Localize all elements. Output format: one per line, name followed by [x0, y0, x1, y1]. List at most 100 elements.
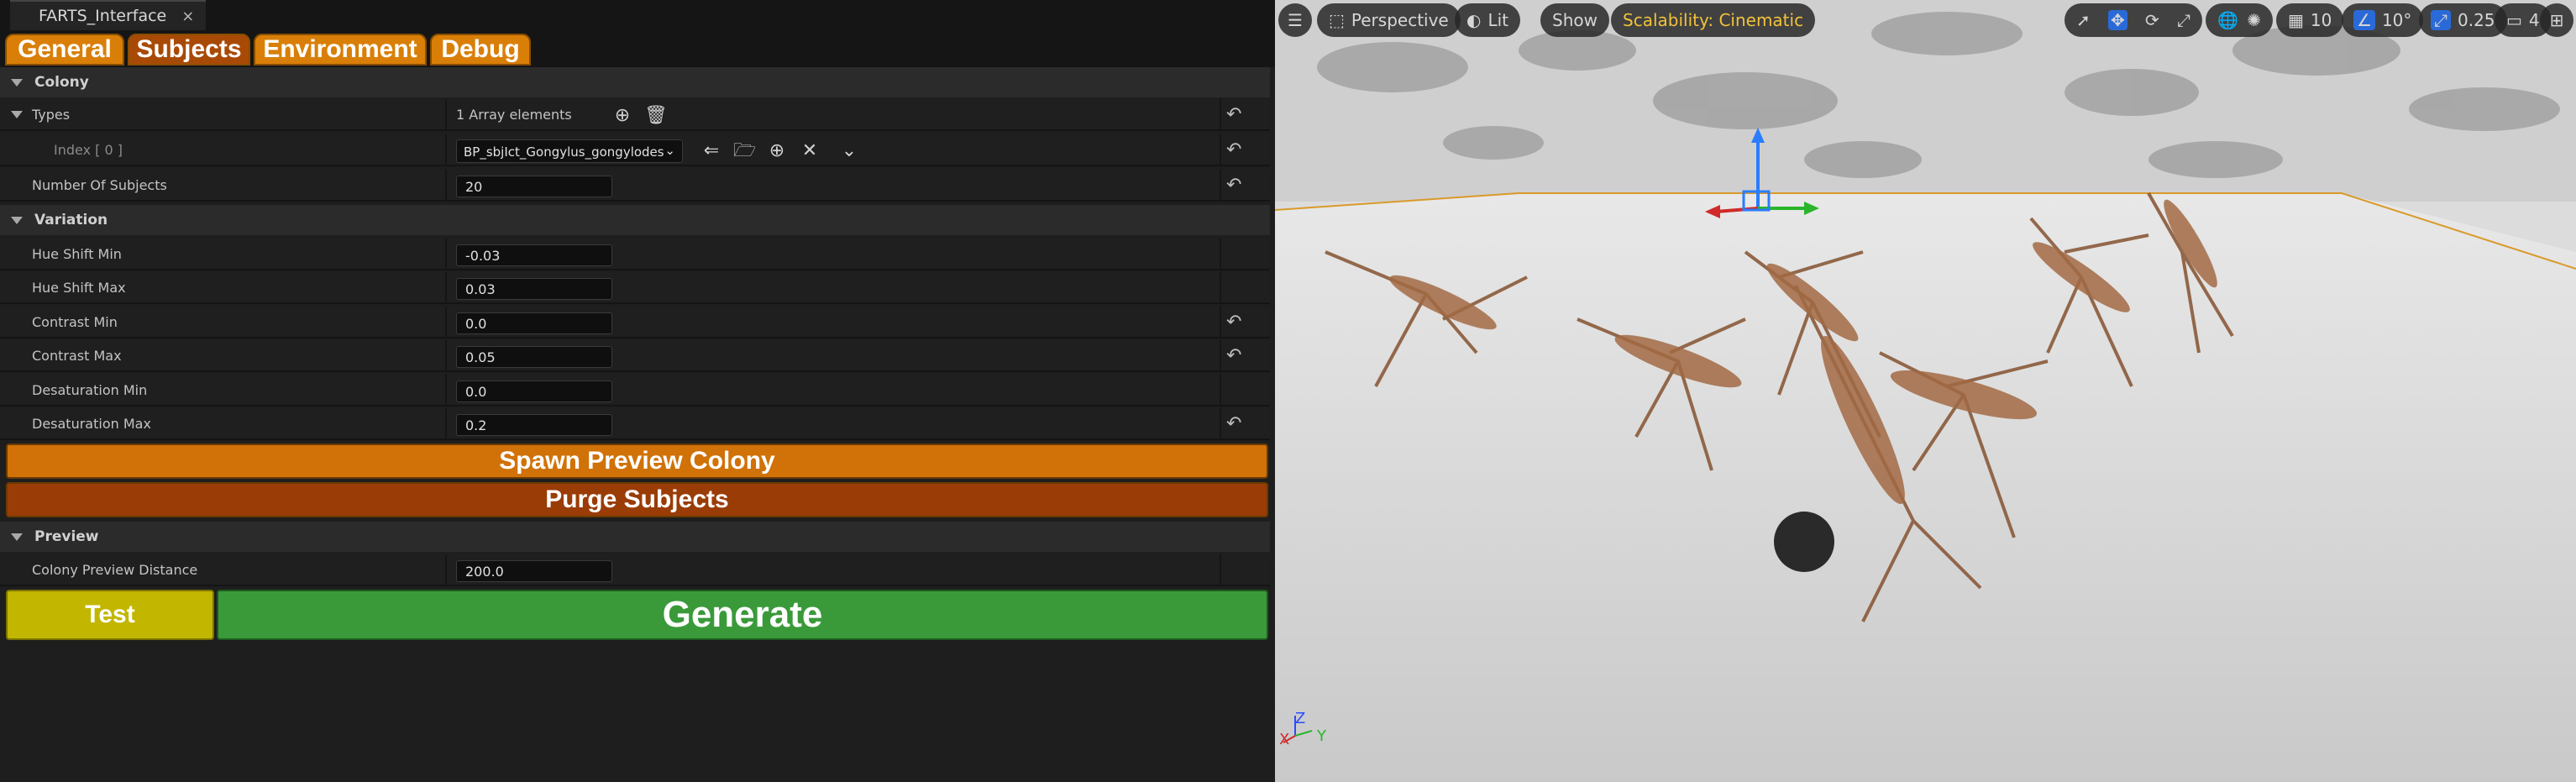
class-picker-value: BP_sbjIct_Gongylus_gongylodes [464, 144, 664, 160]
number-of-subjects-field[interactable]: 20 [456, 176, 612, 197]
reset-to-default-icon[interactable]: ↶ [1226, 415, 1245, 433]
variation-section-title: Variation [34, 212, 108, 228]
collapse-caret-icon[interactable] [11, 110, 23, 118]
hue-shift-max-field[interactable]: 0.03 [456, 278, 612, 300]
grid-icon: ▦ [2288, 10, 2304, 30]
column-divider [1220, 340, 1221, 372]
column-divider [1220, 307, 1221, 339]
rotate-icon[interactable]: ⟳ [2145, 10, 2159, 30]
add-element-icon[interactable]: ⊕ [611, 105, 633, 127]
document-tab[interactable]: FARTS_Interface × [10, 0, 207, 30]
scale-icon[interactable]: ⤢ [2177, 10, 2190, 30]
surface-snap-icon[interactable]: ✺ [2247, 10, 2261, 30]
desaturation-max-field[interactable]: 0.2 [456, 414, 612, 436]
preview-section-title: Preview [34, 528, 99, 545]
level-viewport[interactable]: Z Y X ☰ ⬚ Perspective ◐ Lit Show Scalabi… [1275, 0, 2576, 782]
reset-to-default-icon[interactable]: ↶ [1226, 313, 1245, 332]
reset-to-default-icon[interactable]: ↶ [1226, 176, 1245, 195]
test-button[interactable]: Test [6, 590, 214, 640]
tab-subjects[interactable]: Subjects [128, 34, 250, 66]
contrast-min-label: Contrast Min [32, 313, 118, 330]
scalability-label: Scalability: Cinematic [1623, 10, 1804, 30]
scalability-button[interactable]: Scalability: Cinematic [1611, 3, 1816, 37]
tab-debug[interactable]: Debug [430, 34, 531, 66]
contrast-max-label: Contrast Max [32, 347, 122, 364]
reset-to-default-icon[interactable]: ↶ [1226, 347, 1245, 365]
desaturation-max-row: Desaturation Max 0.2 ↶ [0, 408, 1270, 440]
index-label: Index [ 0 ] [54, 141, 123, 158]
collapse-caret-icon[interactable] [11, 533, 23, 541]
perspective-label: Perspective [1351, 10, 1449, 30]
column-divider [1220, 170, 1221, 202]
hue-shift-min-label: Hue Shift Min [32, 245, 122, 262]
trash-icon[interactable]: 🗑 [644, 105, 668, 127]
show-button[interactable]: Show [1540, 3, 1609, 37]
details-panel: FARTS_Interface × General Subjects Envir… [0, 0, 1275, 782]
contrast-max-field[interactable]: 0.05 [456, 346, 612, 368]
hue-shift-max-label: Hue Shift Max [32, 279, 126, 296]
collapse-caret-icon[interactable] [11, 78, 23, 87]
grid-snap-value: 10 [2310, 10, 2332, 30]
layout-icon[interactable]: ⊞ [2540, 3, 2573, 37]
rotation-snap-value: 10° [2381, 10, 2412, 30]
generate-button[interactable]: Generate [217, 590, 1268, 640]
colony-section-title: Colony [34, 74, 89, 91]
axis-y-label: Y [1317, 727, 1326, 745]
purge-subjects-button[interactable]: Purge Subjects [6, 482, 1268, 517]
column-divider [445, 554, 447, 586]
hue-shift-min-field[interactable]: -0.03 [456, 244, 612, 266]
axis-z-label: Z [1295, 710, 1306, 727]
document-tab-title: FARTS_Interface [39, 7, 167, 25]
collapse-caret-icon[interactable] [11, 216, 23, 224]
camera-sphere[interactable] [1774, 512, 1834, 572]
add-element-icon[interactable]: ⊕ [766, 140, 788, 162]
column-divider [1220, 134, 1221, 166]
colony-section-header[interactable]: Colony [0, 67, 1270, 97]
close-icon[interactable]: × [181, 8, 194, 25]
chevron-down-icon[interactable]: ⌄ [838, 140, 860, 162]
column-divider [445, 239, 447, 270]
show-label: Show [1552, 10, 1598, 30]
column-divider [445, 134, 447, 166]
viewport-menu-icon[interactable]: ☰ [1278, 3, 1312, 37]
column-divider [445, 307, 447, 339]
lit-sphere-icon: ◐ [1466, 10, 1482, 30]
desaturation-max-label: Desaturation Max [32, 415, 151, 432]
class-picker-dropdown[interactable]: BP_sbjIct_Gongylus_gongylodes ⌄ [456, 139, 683, 163]
rotation-snap-button[interactable]: ∠ 10° [2342, 3, 2424, 37]
scale-snap-button[interactable]: ⤢ 0.25 [2419, 3, 2507, 37]
world-globe-icon[interactable]: 🌐 [2217, 10, 2238, 30]
transform-mode-group: ➚ ✥ ⟳ ⤢ [2064, 3, 2202, 37]
chevron-down-icon: ⌄ [664, 143, 675, 158]
scale-snap-icon: ⤢ [2431, 10, 2451, 30]
view-mode-button[interactable]: ◐ Lit [1455, 3, 1520, 37]
variation-section-header[interactable]: Variation [0, 205, 1270, 235]
column-divider [445, 99, 447, 131]
number-of-subjects-label: Number Of Subjects [32, 176, 167, 193]
column-divider [1220, 99, 1221, 131]
browse-icon[interactable]: 🗁 [733, 140, 756, 162]
spawn-preview-colony-button[interactable]: Spawn Preview Colony [6, 443, 1268, 479]
select-cursor-icon[interactable]: ➚ [2076, 10, 2091, 30]
reset-to-default-icon[interactable]: ↶ [1226, 106, 1245, 124]
translate-icon[interactable]: ✥ [2108, 10, 2127, 30]
tab-environment[interactable]: Environment [254, 34, 427, 66]
column-divider [1220, 408, 1221, 440]
column-divider [1220, 554, 1221, 586]
camera-speed-value: 4 [2528, 10, 2540, 30]
desaturation-min-row: Desaturation Min 0.0 [0, 375, 1270, 407]
perspective-button[interactable]: ⬚ Perspective [1317, 3, 1461, 37]
lit-label: Lit [1487, 10, 1508, 30]
contrast-min-field[interactable]: 0.0 [456, 312, 612, 334]
clear-icon[interactable]: ✕ [799, 140, 821, 162]
use-selected-icon[interactable]: ⇐ [700, 140, 722, 162]
grid-snap-button[interactable]: ▦ 10 [2276, 3, 2344, 37]
desaturation-min-field[interactable]: 0.0 [456, 381, 612, 402]
preview-section-header[interactable]: Preview [0, 522, 1270, 552]
coordinate-group: 🌐 ✺ [2206, 3, 2273, 37]
colony-preview-distance-field[interactable]: 200.0 [456, 560, 612, 582]
column-divider [445, 170, 447, 202]
desaturation-min-label: Desaturation Min [32, 381, 148, 398]
tab-general[interactable]: General [5, 34, 124, 66]
reset-to-default-icon[interactable]: ↶ [1226, 141, 1245, 160]
